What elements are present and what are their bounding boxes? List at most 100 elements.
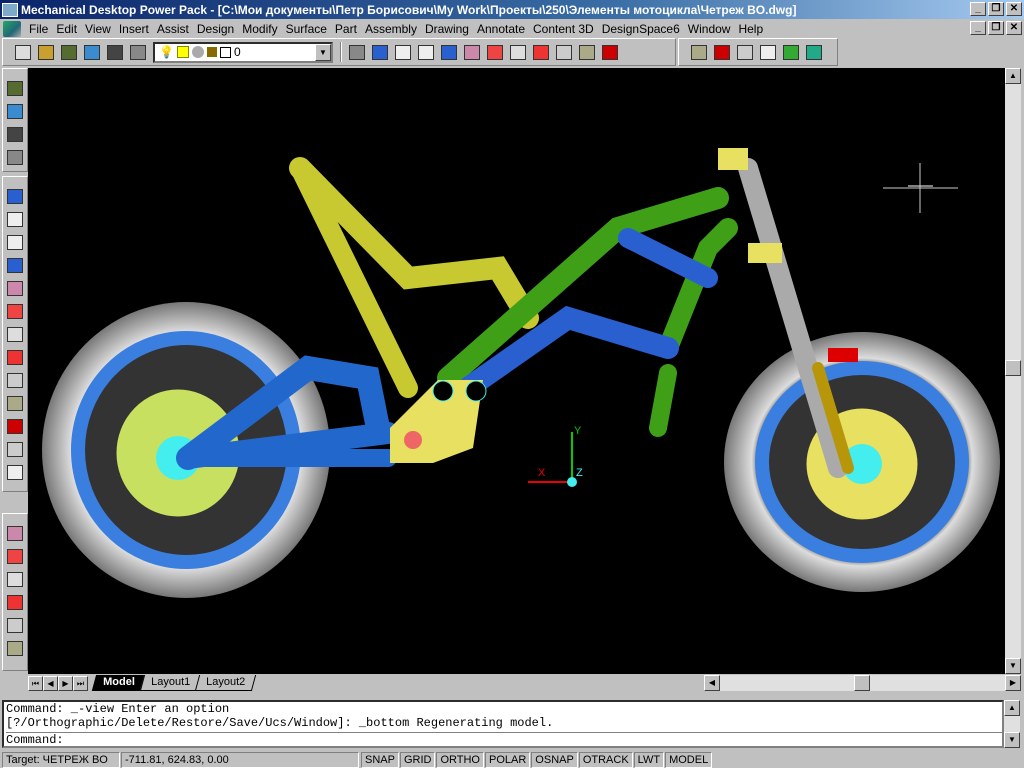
prev-tab-button[interactable]: ◀ xyxy=(43,675,58,691)
bend-button[interactable] xyxy=(3,300,27,323)
dropdown-arrow-icon[interactable]: ▼ xyxy=(315,43,331,61)
layer-dropdown[interactable]: 💡 0 ▼ xyxy=(153,41,333,63)
tab-layout2[interactable]: Layout2 xyxy=(194,675,257,691)
command-scrollbar[interactable]: ▲ ▼ xyxy=(1004,700,1020,748)
scroll-left-button[interactable]: ◀ xyxy=(704,675,720,691)
properties-button[interactable] xyxy=(80,41,103,63)
scroll-thumb[interactable] xyxy=(1005,360,1021,376)
doc-restore-button[interactable]: ❐ xyxy=(988,21,1004,35)
menu-part[interactable]: Part xyxy=(331,22,361,36)
pan-button[interactable] xyxy=(687,41,710,63)
menu-assist[interactable]: Assist xyxy=(153,22,193,36)
view-button[interactable] xyxy=(3,438,27,461)
hscroll-thumb[interactable] xyxy=(854,675,870,691)
inspect-button[interactable] xyxy=(506,41,529,63)
constraint-button[interactable] xyxy=(3,545,27,568)
status-model-button[interactable]: MODEL xyxy=(665,751,713,768)
open-button[interactable] xyxy=(34,41,57,63)
shell-button[interactable] xyxy=(3,346,27,369)
edit-button[interactable] xyxy=(368,41,391,63)
dimension-button[interactable] xyxy=(575,41,598,63)
move-button[interactable] xyxy=(3,277,27,300)
command-prompt[interactable]: Command: xyxy=(6,732,1002,747)
cube-button[interactable] xyxy=(802,41,825,63)
cmd-scroll-up[interactable]: ▲ xyxy=(1004,700,1020,716)
first-tab-button[interactable]: ⏮ xyxy=(28,675,43,691)
extrude-button[interactable] xyxy=(3,185,27,208)
new-button[interactable] xyxy=(11,41,34,63)
menu-insert[interactable]: Insert xyxy=(115,22,153,36)
help-button[interactable] xyxy=(598,41,621,63)
clock-button[interactable] xyxy=(710,41,733,63)
menu-content-3d[interactable]: Content 3D xyxy=(529,22,598,36)
horizontal-scrollbar[interactable]: ◀ ▶ xyxy=(704,675,1021,691)
revolve-button[interactable] xyxy=(3,208,27,231)
scroll-right-button[interactable]: ▶ xyxy=(1005,675,1021,691)
sketch-button[interactable] xyxy=(3,77,27,100)
edit-feature-button[interactable] xyxy=(3,392,27,415)
vertical-scrollbar[interactable]: ▲ ▼ xyxy=(1005,68,1021,674)
menu-file[interactable]: File xyxy=(25,22,52,36)
menu-drawing[interactable]: Drawing xyxy=(421,22,473,36)
scroll-up-button[interactable]: ▲ xyxy=(1005,68,1021,84)
command-window[interactable]: Command: _-view Enter an option [?/Ortho… xyxy=(2,700,1004,748)
dialog-button[interactable] xyxy=(3,146,27,169)
drawing-canvas[interactable]: Y X Z xyxy=(28,68,1005,674)
undo-button[interactable] xyxy=(345,41,368,63)
menu-annotate[interactable]: Annotate xyxy=(473,22,529,36)
menu-view[interactable]: View xyxy=(81,22,115,36)
doc-close-button[interactable]: ✕ xyxy=(1006,21,1022,35)
mate-button[interactable] xyxy=(3,568,27,591)
split-button[interactable] xyxy=(3,369,27,392)
last-tab-button[interactable]: ⏭ xyxy=(73,675,88,691)
menu-designspace6[interactable]: DesignSpace6 xyxy=(598,22,684,36)
table-driven-button[interactable] xyxy=(3,461,27,484)
minimize-button[interactable]: _ xyxy=(970,2,986,16)
table-button[interactable] xyxy=(414,41,437,63)
hole-button[interactable] xyxy=(3,323,27,346)
sweep-button[interactable] xyxy=(3,231,27,254)
document-icon[interactable] xyxy=(3,20,21,37)
insert-button[interactable] xyxy=(3,591,27,614)
status-polar-button[interactable]: POLAR xyxy=(485,751,531,768)
doc-minimize-button[interactable]: _ xyxy=(970,21,986,35)
status-snap-button[interactable]: SNAP xyxy=(361,751,399,768)
screen-button[interactable] xyxy=(103,41,126,63)
script-button[interactable] xyxy=(391,41,414,63)
number-button[interactable] xyxy=(779,41,802,63)
next-tab-button[interactable]: ▶ xyxy=(58,675,73,691)
loft-button[interactable] xyxy=(3,254,27,277)
status-otrack-button[interactable]: OTRACK xyxy=(578,751,633,768)
tab-model[interactable]: Model xyxy=(91,675,146,691)
scroll-down-button[interactable]: ▼ xyxy=(1005,658,1021,674)
menu-help[interactable]: Help xyxy=(734,22,767,36)
orbit-button[interactable] xyxy=(733,41,756,63)
tab-layout1[interactable]: Layout1 xyxy=(139,675,202,691)
zoom-button[interactable] xyxy=(437,41,460,63)
menu-design[interactable]: Design xyxy=(193,22,238,36)
save-button[interactable] xyxy=(57,41,80,63)
app-icon[interactable] xyxy=(2,2,18,17)
part-button[interactable] xyxy=(756,41,779,63)
menu-window[interactable]: Window xyxy=(684,22,735,36)
status-lwt-button[interactable]: LWT xyxy=(633,751,665,768)
status-ortho-button[interactable]: ORTHO xyxy=(436,751,484,768)
fillet-button[interactable] xyxy=(3,415,27,438)
menu-modify[interactable]: Modify xyxy=(238,22,281,36)
layers-button[interactable] xyxy=(126,41,149,63)
trim-button[interactable] xyxy=(483,41,506,63)
cmd-scroll-down[interactable]: ▼ xyxy=(1004,732,1020,748)
analysis-button[interactable] xyxy=(3,637,27,660)
explode-button[interactable] xyxy=(460,41,483,63)
menu-surface[interactable]: Surface xyxy=(282,22,331,36)
clapper-button[interactable] xyxy=(3,123,27,146)
bom-button[interactable] xyxy=(3,614,27,637)
status-grid-button[interactable]: GRID xyxy=(399,751,436,768)
status-osnap-button[interactable]: OSNAP xyxy=(531,751,578,768)
pen-button[interactable] xyxy=(552,41,575,63)
restore-button[interactable]: ❐ xyxy=(988,2,1004,16)
close-button[interactable]: ✕ xyxy=(1006,2,1022,16)
assembly-button[interactable] xyxy=(3,522,27,545)
menu-edit[interactable]: Edit xyxy=(52,22,81,36)
profile-button[interactable] xyxy=(3,100,27,123)
